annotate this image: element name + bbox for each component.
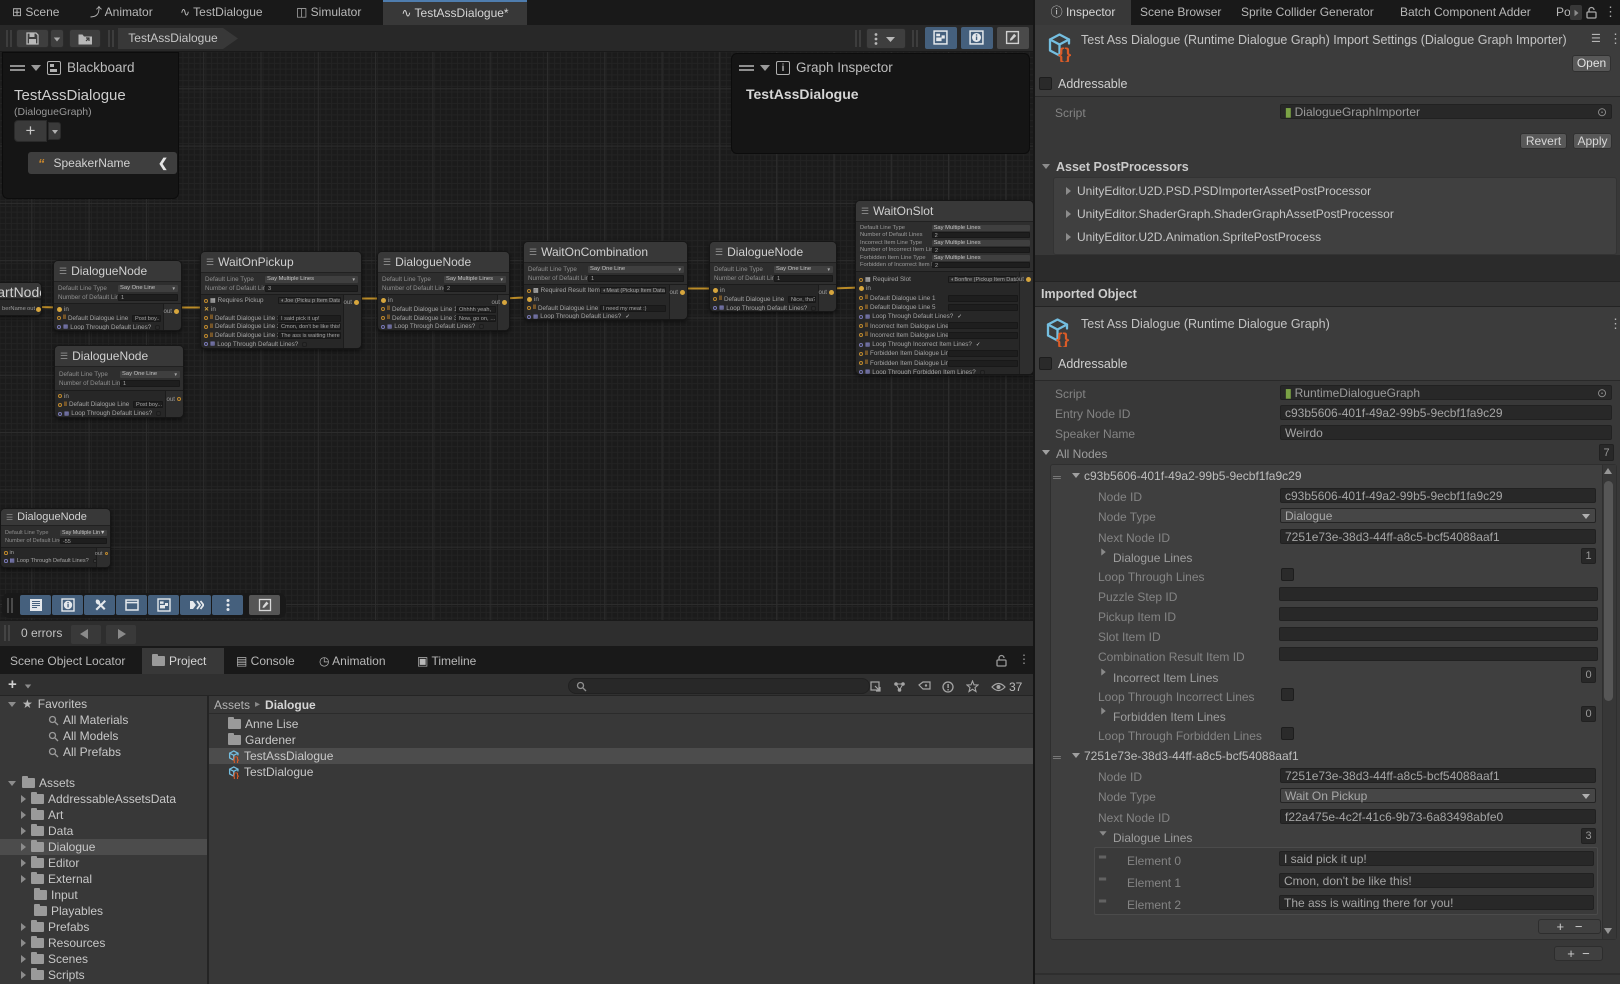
- svg-text:{}: {}: [233, 754, 240, 763]
- svg-text:{}: {}: [233, 770, 240, 779]
- svg-text:{}: {}: [1058, 45, 1072, 63]
- svg-text:{}: {}: [1056, 330, 1070, 348]
